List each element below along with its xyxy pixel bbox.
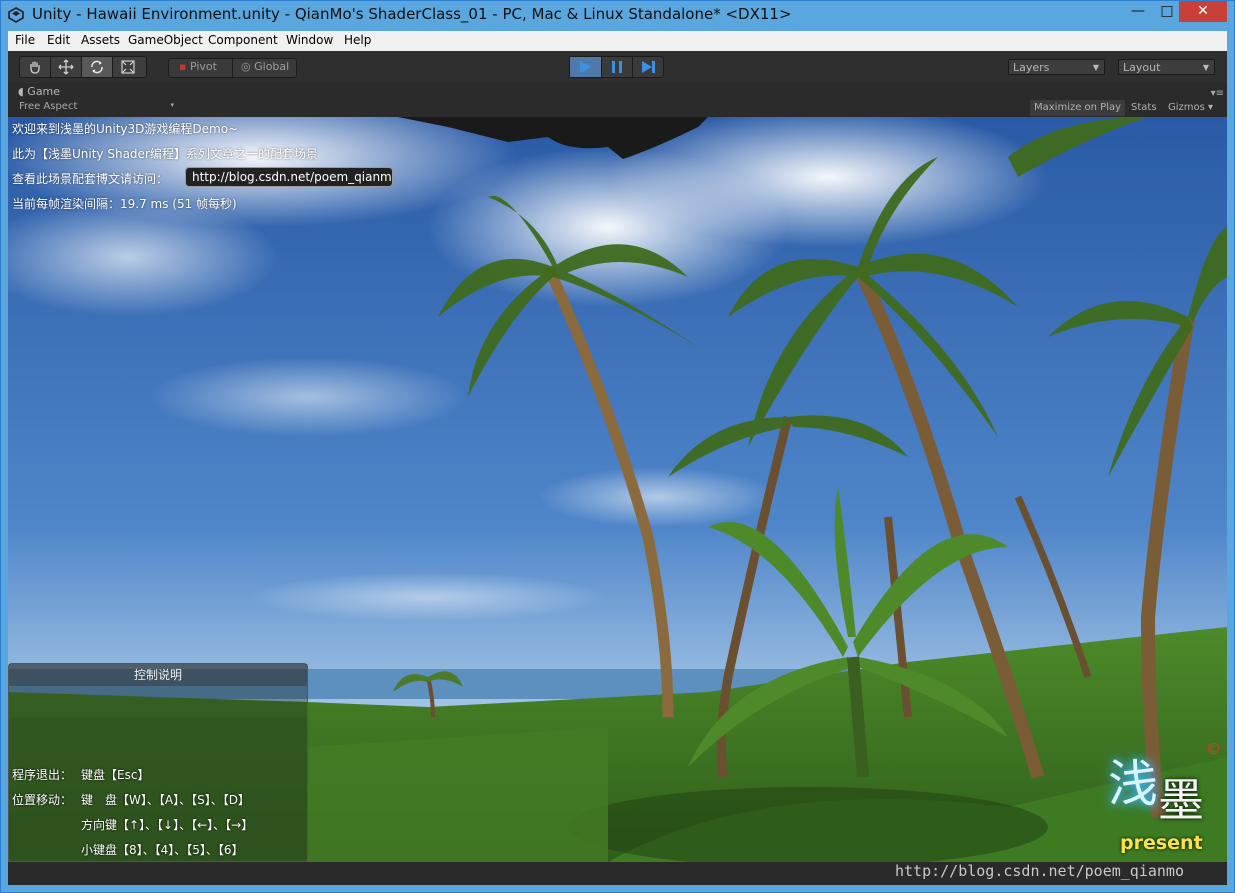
menu-bar: File Edit Assets GameObject Component Wi… bbox=[8, 31, 1227, 51]
gizmos-dropdown[interactable]: Gizmos ▾ bbox=[1164, 100, 1217, 116]
play-icon bbox=[580, 61, 592, 73]
frame-time-text: 当前每帧渲染间隔：19.7 ms (51 帧每秒) bbox=[12, 197, 237, 211]
game-tab-label: Game bbox=[27, 85, 61, 98]
stats-toggle[interactable]: Stats bbox=[1127, 100, 1161, 116]
pivot-toggle[interactable]: ▪ Pivot bbox=[179, 60, 217, 73]
chevron-down-icon: ▾ bbox=[1208, 102, 1214, 113]
play-button[interactable] bbox=[570, 57, 601, 77]
scale-icon bbox=[121, 60, 135, 74]
global-label: Global bbox=[254, 60, 290, 73]
window-title: Unity - Hawaii Environment.unity - QianM… bbox=[32, 5, 792, 23]
layout-label: Layout bbox=[1123, 61, 1161, 74]
layers-dropdown[interactable]: Layers ▼ bbox=[1008, 59, 1105, 75]
maximize-on-play-toggle[interactable]: Maximize on Play bbox=[1030, 100, 1126, 116]
toolbar: ▪ Pivot ◎ Global Layers ▼ Layout ▼ bbox=[8, 51, 1227, 84]
minimize-button[interactable]: — bbox=[1124, 0, 1152, 22]
move-numpad-text: 小键盘【8】、【4】、【5】、【6】 bbox=[81, 843, 244, 857]
transform-tools bbox=[19, 56, 147, 78]
menu-help[interactable]: Help bbox=[344, 33, 371, 47]
close-button[interactable]: ✕ bbox=[1179, 0, 1227, 22]
menu-assets[interactable]: Assets bbox=[81, 33, 120, 47]
pause-button[interactable] bbox=[601, 57, 632, 77]
move-label: 位置移动： bbox=[12, 793, 73, 807]
move-tool-button[interactable] bbox=[51, 57, 82, 77]
menu-window[interactable]: Window bbox=[286, 33, 333, 47]
aspect-label: Free Aspect bbox=[19, 101, 78, 112]
step-button[interactable] bbox=[632, 57, 663, 77]
unity-logo-icon bbox=[8, 7, 24, 23]
logo-char-1: 浅 bbox=[1108, 755, 1158, 813]
help-panel-title: 控制说明 bbox=[9, 664, 307, 686]
hand-icon bbox=[30, 61, 40, 74]
logo-char-2: 墨 bbox=[1158, 773, 1204, 827]
chevron-down-icon: ▼ bbox=[1202, 63, 1209, 72]
maximize-button[interactable]: □ bbox=[1153, 0, 1181, 22]
menu-file[interactable]: File bbox=[15, 33, 35, 47]
global-icon: ◎ bbox=[241, 60, 251, 73]
rotate-tool-button[interactable] bbox=[82, 57, 113, 77]
hand-tool-button[interactable] bbox=[20, 57, 51, 77]
global-toggle[interactable]: ◎ Global bbox=[241, 60, 289, 73]
url-link-button[interactable]: http://blog.csdn.net/poem_qianmo bbox=[185, 167, 393, 187]
move-arrows-text: 方向键【↑】、【↓】、【←】、【→】 bbox=[81, 818, 254, 832]
menu-gameobject[interactable]: GameObject bbox=[128, 33, 203, 47]
menu-edit[interactable]: Edit bbox=[47, 33, 70, 47]
panel-menu-icon[interactable]: ▾≡ bbox=[1211, 88, 1224, 99]
visit-label: 查看此场景配套博文请访问： bbox=[12, 172, 169, 186]
layout-dropdown[interactable]: Layout ▼ bbox=[1118, 59, 1215, 75]
pause-icon bbox=[612, 61, 622, 73]
series-text: 此为【浅墨Unity Shader编程】系列文章之一的配套场景 bbox=[12, 147, 318, 161]
game-viewport[interactable]: 欢迎来到浅墨的Unity3D游戏编程Demo~ 此为【浅墨Unity Shade… bbox=[8, 117, 1227, 862]
game-panel-header: ◖ Game ▾≡ Free Aspect ▾ Maximize on Play… bbox=[8, 83, 1227, 117]
chevron-down-icon: ▾ bbox=[170, 101, 174, 109]
logo-present: present bbox=[1120, 832, 1203, 854]
quit-label: 程序退出： bbox=[12, 768, 73, 782]
divider bbox=[232, 59, 233, 77]
gizmos-label: Gizmos bbox=[1168, 102, 1205, 113]
watermark-text: http://blog.csdn.net/poem_qianmo bbox=[895, 862, 1184, 880]
chevron-down-icon: ▼ bbox=[1092, 63, 1099, 72]
menu-component[interactable]: Component bbox=[208, 33, 278, 47]
pivot-icon: ▪ bbox=[179, 60, 187, 73]
pivot-label: Pivot bbox=[189, 60, 217, 73]
playback-controls bbox=[569, 56, 664, 78]
layers-label: Layers bbox=[1013, 61, 1050, 74]
quit-value: 键盘【Esc】 bbox=[81, 768, 150, 782]
aspect-dropdown[interactable]: Free Aspect ▾ bbox=[19, 101, 174, 115]
rotate-icon bbox=[91, 60, 103, 74]
game-tab-icon: ◖ bbox=[18, 85, 24, 98]
title-bar: Unity - Hawaii Environment.unity - QianM… bbox=[0, 0, 1235, 31]
step-icon bbox=[642, 61, 655, 73]
welcome-text: 欢迎来到浅墨的Unity3D游戏编程Demo~ bbox=[12, 122, 239, 136]
scale-tool-button[interactable] bbox=[113, 57, 144, 77]
pivot-global-group: ▪ Pivot ◎ Global bbox=[168, 58, 297, 78]
tab-game[interactable]: ◖ Game bbox=[18, 85, 60, 98]
move-keys-text: 键 盘【W】、【A】、【S】、【D】 bbox=[81, 793, 250, 807]
copyright-icon: © bbox=[1206, 740, 1221, 758]
qianmo-logo: 浅 墨 present © bbox=[1108, 740, 1221, 859]
move-icon bbox=[58, 59, 74, 75]
